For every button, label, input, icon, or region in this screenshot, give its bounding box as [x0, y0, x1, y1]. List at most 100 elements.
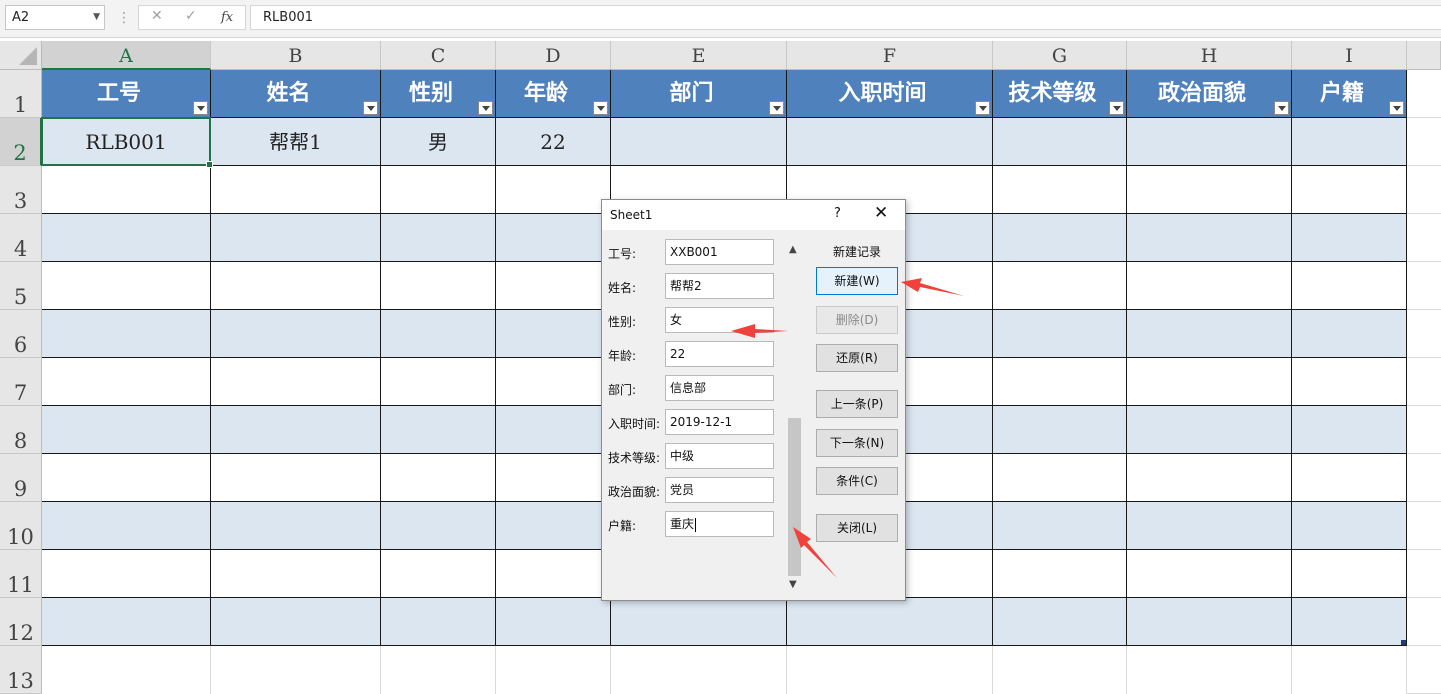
filter-dropdown-icon[interactable] [1274, 101, 1289, 115]
table-cell[interactable] [211, 502, 381, 550]
criteria-button[interactable]: 条件(C) [816, 467, 898, 495]
table-cell[interactable] [211, 454, 381, 502]
row-header-8[interactable]: 8 [0, 406, 42, 454]
new-button[interactable]: 新建(W) [816, 267, 898, 295]
chevron-down-icon[interactable]: ▼ [93, 6, 100, 29]
filter-dropdown-icon[interactable] [193, 101, 208, 115]
table-cell[interactable] [496, 310, 611, 358]
cancel-icon[interactable]: ✕ [151, 8, 163, 24]
table-cell[interactable] [1127, 406, 1292, 454]
filter-dropdown-icon[interactable] [975, 101, 990, 115]
table-cell[interactable] [1127, 358, 1292, 406]
table-cell[interactable] [1127, 262, 1292, 310]
empty-cell[interactable] [1407, 118, 1441, 166]
table-header-cell[interactable]: 性别 [381, 70, 496, 118]
table-cell[interactable] [993, 214, 1127, 262]
field-input-name[interactable]: 帮帮2 [665, 273, 774, 299]
table-cell[interactable] [42, 502, 211, 550]
table-header-cell[interactable]: 技术等级 [993, 70, 1127, 118]
row-header-10[interactable]: 10 [0, 502, 42, 550]
table-cell[interactable] [611, 118, 787, 166]
column-header-c[interactable]: C [381, 41, 496, 70]
table-cell[interactable]: RLB001 [42, 118, 211, 166]
table-cell[interactable] [496, 406, 611, 454]
table-cell[interactable] [1292, 454, 1407, 502]
table-header-cell[interactable]: 年龄 [496, 70, 611, 118]
table-cell[interactable] [1292, 598, 1407, 646]
table-cell[interactable] [993, 166, 1127, 214]
table-cell[interactable] [42, 550, 211, 598]
column-header-h[interactable]: H [1127, 41, 1292, 70]
table-cell[interactable] [381, 214, 496, 262]
next-record-button[interactable]: 下一条(N) [816, 429, 898, 457]
column-header-b[interactable]: B [211, 41, 381, 70]
table-header-cell[interactable]: 部门 [611, 70, 787, 118]
table-cell[interactable] [42, 310, 211, 358]
empty-cell[interactable] [1407, 166, 1441, 214]
table-cell[interactable] [381, 406, 496, 454]
table-cell[interactable] [1292, 214, 1407, 262]
record-scrollbar[interactable]: ▲ ▼ [787, 242, 803, 590]
table-cell[interactable] [993, 118, 1127, 166]
empty-cell[interactable] [381, 646, 496, 694]
close-button[interactable]: 关闭(L) [816, 514, 898, 542]
field-input-dept[interactable]: 信息部 [665, 375, 774, 401]
table-cell[interactable]: 22 [496, 118, 611, 166]
column-header-f[interactable]: F [787, 41, 993, 70]
table-cell[interactable] [42, 166, 211, 214]
table-cell[interactable] [1127, 310, 1292, 358]
check-icon[interactable]: ✓ [185, 8, 197, 24]
table-cell[interactable] [1127, 502, 1292, 550]
table-cell[interactable] [496, 166, 611, 214]
table-cell[interactable]: 男 [381, 118, 496, 166]
empty-cell[interactable] [496, 646, 611, 694]
filter-dropdown-icon[interactable] [1109, 101, 1124, 115]
empty-cell[interactable] [42, 646, 211, 694]
table-header-cell[interactable]: 入职时间 [787, 70, 993, 118]
table-cell[interactable] [1127, 118, 1292, 166]
row-header-12[interactable]: 12 [0, 598, 42, 646]
table-cell[interactable] [993, 358, 1127, 406]
restore-button[interactable]: 还原(R) [816, 344, 898, 372]
table-cell[interactable] [993, 406, 1127, 454]
filter-dropdown-icon[interactable] [769, 101, 784, 115]
field-input-age[interactable]: 22 [665, 341, 774, 367]
table-cell[interactable] [42, 598, 211, 646]
empty-cell[interactable] [1407, 310, 1441, 358]
empty-cell[interactable] [1407, 550, 1441, 598]
filter-dropdown-icon[interactable] [363, 101, 378, 115]
empty-cell[interactable] [993, 646, 1127, 694]
empty-cell[interactable] [1407, 646, 1441, 694]
name-box[interactable]: A2 ▼ [5, 5, 105, 30]
formula-input[interactable]: RLB001 [250, 5, 1441, 30]
filter-dropdown-icon[interactable] [593, 101, 608, 115]
table-cell[interactable] [1292, 310, 1407, 358]
table-cell[interactable] [211, 166, 381, 214]
empty-cell[interactable] [1407, 598, 1441, 646]
empty-cell[interactable] [1407, 358, 1441, 406]
table-cell[interactable] [211, 406, 381, 454]
empty-cell[interactable] [611, 646, 787, 694]
table-cell[interactable] [381, 550, 496, 598]
previous-record-button[interactable]: 上一条(P) [816, 390, 898, 418]
table-cell[interactable] [42, 358, 211, 406]
table-cell[interactable] [993, 454, 1127, 502]
row-header-13[interactable]: 13 [0, 646, 42, 694]
table-cell[interactable] [381, 502, 496, 550]
field-input-tech-level[interactable]: 中级 [665, 443, 774, 469]
table-cell[interactable] [211, 598, 381, 646]
table-cell[interactable] [1292, 406, 1407, 454]
table-cell[interactable] [787, 598, 993, 646]
field-input-hire-date[interactable]: 2019-12-1 [665, 409, 774, 435]
table-header-cell[interactable]: 政治面貌 [1127, 70, 1292, 118]
table-cell[interactable] [1127, 598, 1292, 646]
table-cell[interactable] [42, 454, 211, 502]
table-cell[interactable] [993, 598, 1127, 646]
help-icon[interactable]: ? [834, 206, 841, 221]
table-cell[interactable] [1127, 550, 1292, 598]
field-input-political[interactable]: 党员 [665, 477, 774, 503]
table-header-cell[interactable]: 姓名 [211, 70, 381, 118]
table-cell[interactable] [1292, 358, 1407, 406]
empty-cell[interactable] [1292, 646, 1407, 694]
table-resize-handle[interactable] [1401, 640, 1406, 645]
